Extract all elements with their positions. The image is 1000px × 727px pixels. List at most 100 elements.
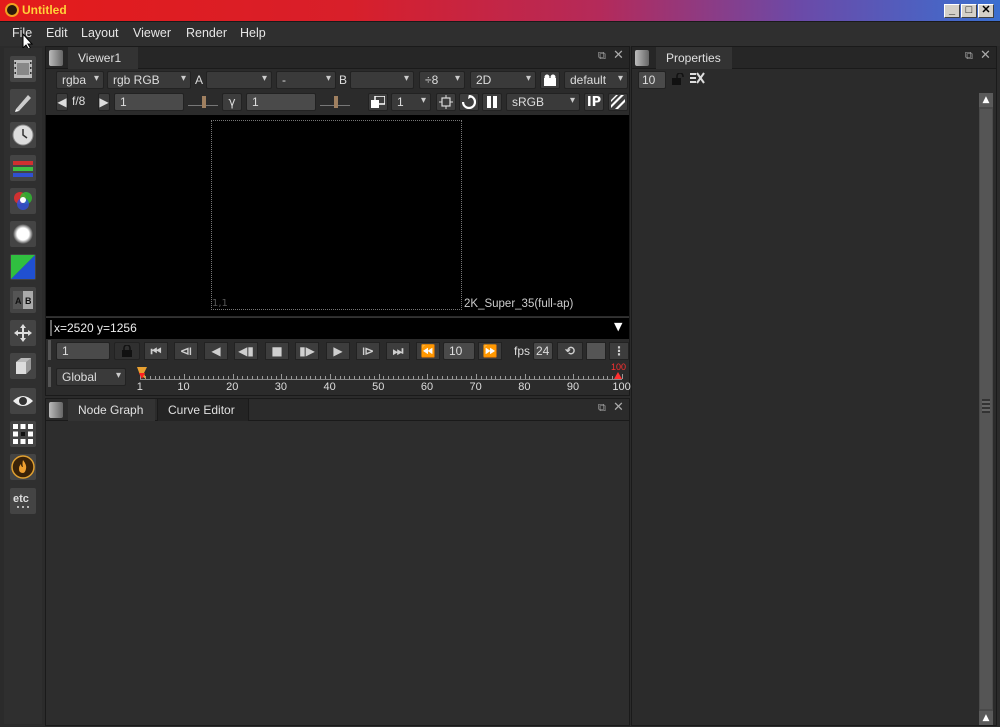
tab-node-graph[interactable]: Node Graph [68,399,155,421]
fstop-decrease-button[interactable]: ◀ [56,93,68,111]
timeline-tick [607,376,609,379]
info-bar-expand-icon[interactable]: ▼ [614,320,622,333]
pause-button[interactable] [482,93,502,111]
lock-range-button[interactable] [114,342,140,360]
stop-button[interactable]: ■ [265,342,289,360]
skip-forward-button[interactable]: ⏩ [478,342,502,360]
first-frame-button[interactable]: ⏮ [144,342,168,360]
panel-handle-icon[interactable] [635,50,649,66]
close-panel-icon[interactable]: ✕ [613,400,624,415]
merge-tool-button[interactable]: AB [10,287,36,313]
color-tool-button[interactable] [10,188,36,214]
timeline-slider[interactable]: 1 10 20 30 40 50 60 70 80 90 100 100 [136,362,631,394]
float-panel-icon[interactable]: ⧉ [965,49,973,63]
scroll-down-button[interactable]: ▲ [979,711,993,725]
transform-tool-button[interactable] [10,320,36,346]
pencil-icon [15,95,31,112]
float-panel-icon[interactable]: ⧉ [598,49,606,63]
loop-mode-button[interactable]: ⟲ [557,342,583,360]
node-graph-canvas[interactable] [46,421,629,725]
keyer-tool-button[interactable] [10,254,36,280]
playback-range-button[interactable] [586,342,606,360]
scroll-thumb[interactable] [980,109,992,709]
other-tool-button[interactable] [10,454,36,480]
max-panels-input[interactable]: 10 [638,71,666,89]
next-keyframe-button[interactable]: ⧐ [356,342,380,360]
step-forward-button[interactable]: ▮▶ [295,342,319,360]
node-graph-panel: Node Graph Curve Editor ⧉ ✕ [45,398,630,726]
tab-properties[interactable]: Properties [656,47,732,69]
roi-icon [439,95,453,109]
gamma-slider[interactable] [320,93,350,111]
step-back-button[interactable]: ◀▮ [234,342,258,360]
metadata-tool-button[interactable] [10,421,36,447]
roi-button[interactable] [436,93,456,111]
views-tool-button[interactable] [10,388,36,414]
gain-input[interactable]: 1 [114,93,184,111]
input-process-button[interactable]: IP [584,93,604,111]
skip-backward-button[interactable]: ⏪ [416,342,440,360]
close-button[interactable]: ✕ [978,4,994,18]
timeline-tick-label: 50 [372,381,385,393]
proxy-toggle-button[interactable] [368,93,388,111]
last-frame-button[interactable]: ⏭ [386,342,410,360]
float-panel-icon[interactable]: ⧉ [598,401,606,415]
timeline-tick [213,376,215,379]
clipping-warning-button[interactable] [608,93,628,111]
refresh-button[interactable] [459,93,479,111]
gain-slider[interactable] [188,93,218,111]
input-b-dropdown[interactable] [350,71,414,89]
minimize-button[interactable]: _ [944,4,960,18]
menu-viewer[interactable]: Viewer [133,26,171,40]
draw-tool-button[interactable] [10,89,36,115]
step-increment-input[interactable]: 10 [443,342,475,360]
composite-dropdown[interactable]: - [276,71,336,89]
timeline-tick [164,376,166,379]
menu-layout[interactable]: Layout [81,26,119,40]
play-backward-button[interactable]: ◀ [204,342,228,360]
etc-tool-button[interactable]: etc [10,488,36,514]
close-panel-icon[interactable]: ✕ [613,48,624,63]
proxy-dropdown[interactable]: 1 [391,93,431,111]
panel-handle-icon[interactable] [49,402,63,418]
maximize-button[interactable]: □ [961,4,977,18]
lock-properties-button[interactable] [672,72,684,88]
channel-tool-button[interactable] [10,155,36,181]
menu-render[interactable]: Render [186,26,227,40]
viewer-canvas[interactable]: 1,1 2K_Super_35(full-ap) [46,115,629,316]
scroll-up-button[interactable]: ▲ [979,93,993,107]
frame-range-dropdown[interactable]: Global [56,368,126,386]
menu-help[interactable]: Help [240,26,266,40]
menu-bar: File Edit Layout Viewer Render Help [0,22,1000,46]
tab-viewer1[interactable]: Viewer1 [68,47,138,69]
blur-circle-icon [13,224,33,244]
current-frame-input[interactable]: 1 [56,342,110,360]
camera-button[interactable] [540,71,560,89]
playhead-marker[interactable] [136,365,147,379]
timeline-tick [320,376,322,379]
view-mode-dropdown[interactable]: 2D [470,71,536,89]
downscale-dropdown[interactable]: ÷8 [419,71,465,89]
input-a-dropdown[interactable] [206,71,272,89]
colorspace-dropdown[interactable]: sRGB [506,93,580,111]
layer-dropdown[interactable]: rgb RGB [107,71,191,89]
channels-dropdown[interactable]: rgba [56,71,104,89]
fstop-increase-button[interactable]: ▶ [98,93,110,111]
gamma-input[interactable]: 1 [246,93,316,111]
prev-keyframe-button[interactable]: ⧏ [174,342,198,360]
tab-curve-editor[interactable]: Curve Editor [157,399,249,421]
close-panel-icon[interactable]: ✕ [980,48,991,63]
fps-input[interactable]: 24 [533,342,553,360]
properties-scrollbar[interactable]: ▲ ▲ [979,93,993,725]
3d-tool-button[interactable] [10,353,36,379]
time-tool-button[interactable] [10,122,36,148]
menu-edit[interactable]: Edit [46,26,68,40]
panel-handle-icon[interactable] [49,50,63,66]
lut-dropdown[interactable]: default [564,71,628,89]
timeline-settings-button[interactable]: ⋮ [609,342,629,360]
clear-properties-button[interactable] [690,72,706,87]
play-forward-button[interactable]: ▶ [326,342,350,360]
image-tool-button[interactable] [10,56,36,82]
filter-tool-button[interactable] [10,221,36,247]
timeline-tick [208,376,210,379]
